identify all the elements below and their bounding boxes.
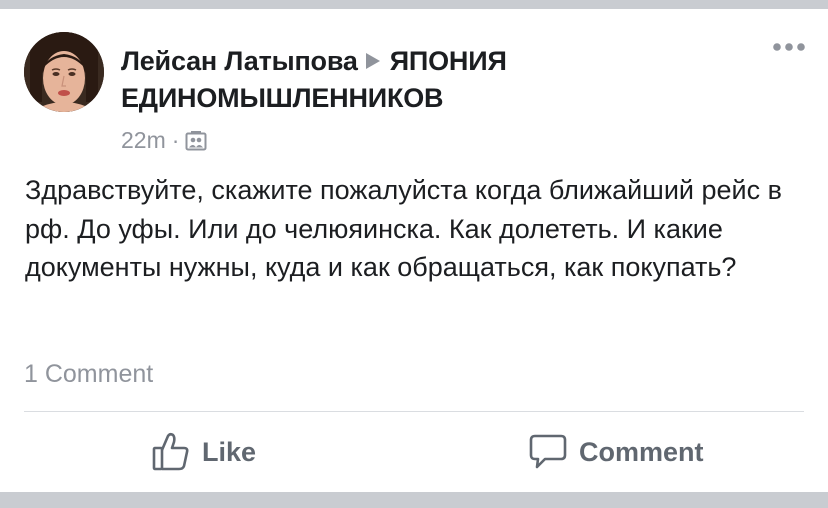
comment-count-link[interactable]: 1 Comment	[24, 359, 153, 389]
more-options-icon[interactable]	[772, 40, 806, 54]
like-label: Like	[202, 436, 257, 467]
avatar-photo	[24, 32, 104, 112]
avatar[interactable]	[24, 32, 104, 112]
divider	[24, 411, 804, 412]
group-audience-icon	[185, 130, 207, 152]
post-card: Лейсан Латыпова ЯПОНИЯ ЕДИНОМЫШЛЕННИКОВ 2…	[0, 0, 828, 508]
comment-label: Comment	[579, 436, 704, 467]
shared-to-arrow-icon	[365, 53, 380, 69]
post-timestamp[interactable]: 22m	[121, 126, 166, 154]
feed-separator-top	[0, 0, 828, 9]
like-button[interactable]: Like	[152, 430, 256, 474]
comment-bubble-icon	[529, 434, 567, 469]
author-name[interactable]: Лейсан Латыпова	[121, 46, 358, 76]
thumbs-up-icon	[152, 432, 189, 471]
post-header: Лейсан Латыпова ЯПОНИЯ ЕДИНОМЫШЛЕННИКОВ	[121, 43, 761, 117]
post-meta: 22m ·	[121, 126, 207, 154]
post-text: Здравствуйте, скажите пожалуйста когда б…	[25, 175, 782, 282]
feed-separator-bottom	[0, 492, 828, 508]
meta-separator: ·	[171, 127, 180, 153]
comment-button[interactable]: Comment	[529, 430, 704, 474]
